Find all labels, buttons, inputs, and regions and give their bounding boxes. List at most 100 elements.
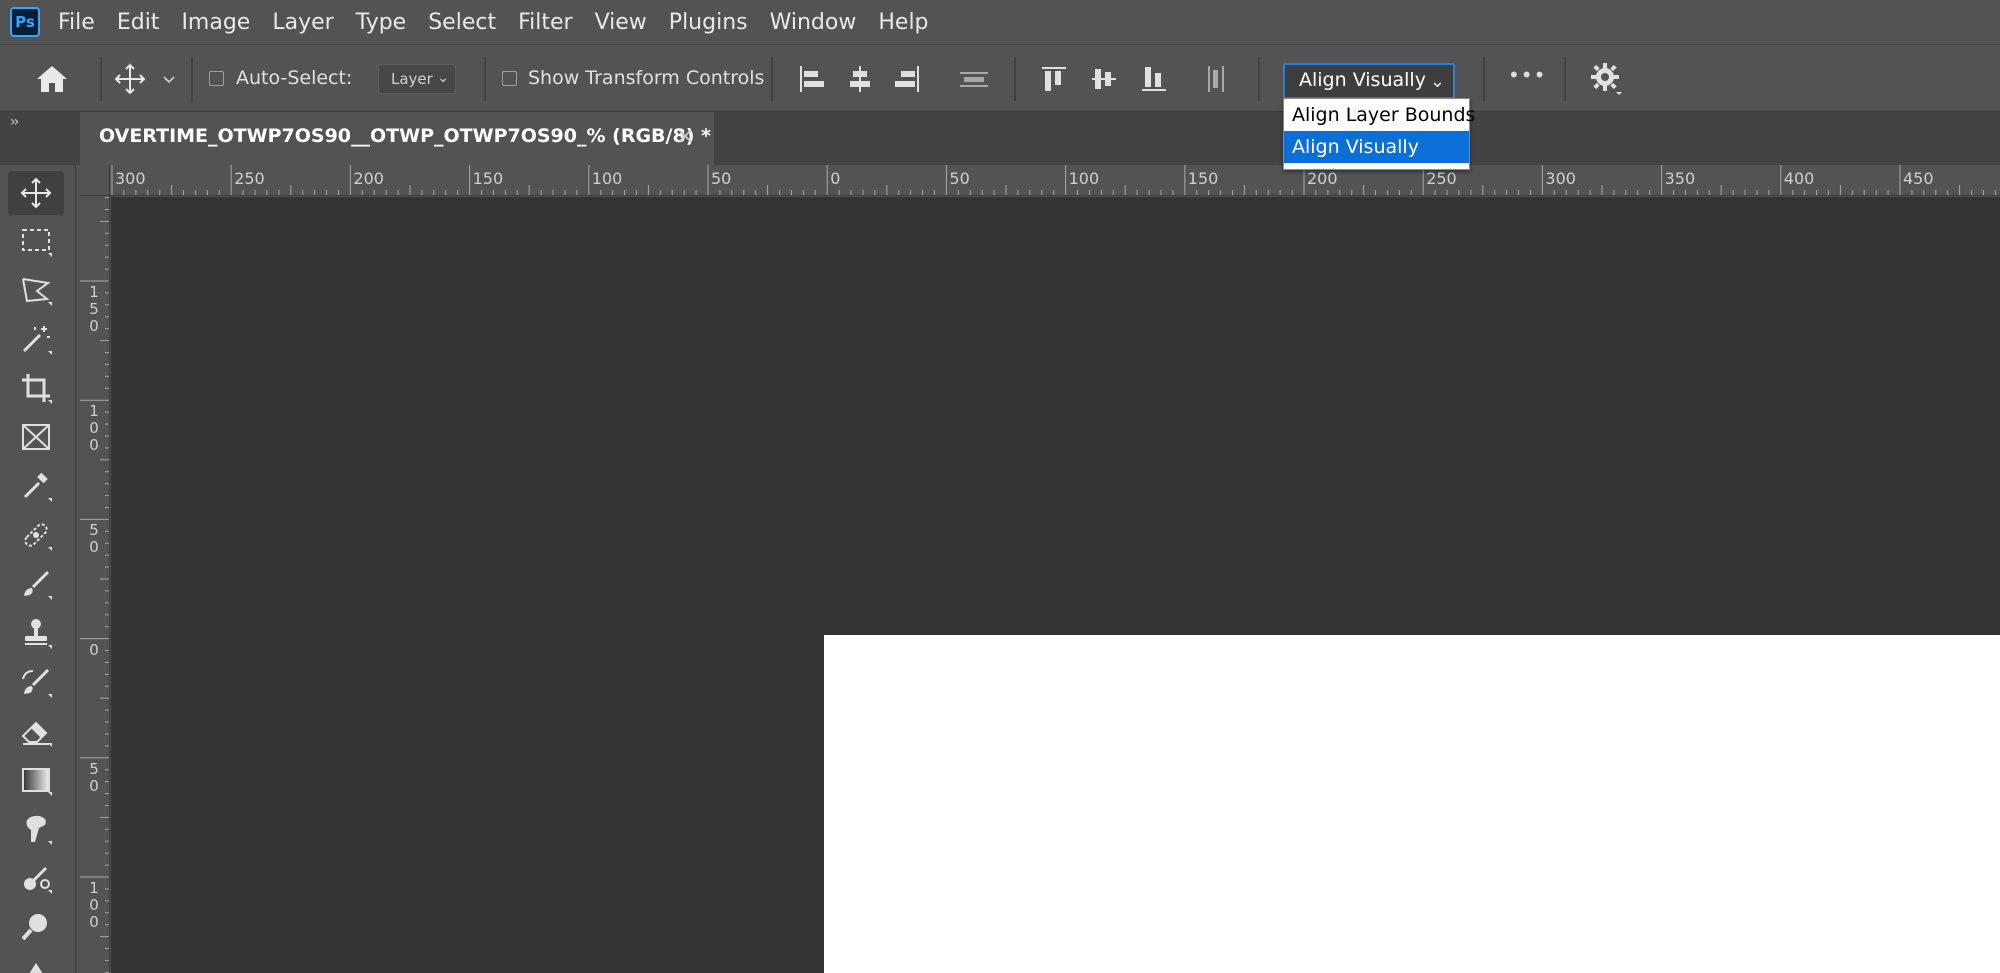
options-bar: Auto-Select: Layer ⌄ Show Transform Cont… bbox=[0, 44, 2000, 112]
align-horizontal-centers-button[interactable] bbox=[846, 63, 874, 99]
separator bbox=[1258, 57, 1260, 101]
auto-select-label: Auto-Select: bbox=[236, 67, 353, 89]
ruler-label: 1 0 0 bbox=[89, 879, 99, 931]
menu-view[interactable]: View bbox=[595, 10, 647, 35]
eyedropper-tool[interactable] bbox=[8, 464, 64, 508]
align-option-layer-bounds[interactable]: Align Layer Bounds bbox=[1284, 99, 1475, 131]
distribute-vertical-spacing-button[interactable] bbox=[958, 63, 990, 99]
align-top-edges-button[interactable] bbox=[1040, 63, 1068, 99]
ruler-origin[interactable] bbox=[80, 165, 110, 196]
canvas-workspace[interactable] bbox=[111, 197, 2000, 973]
zoom-tool[interactable] bbox=[8, 905, 64, 949]
menu-edit[interactable]: Edit bbox=[117, 10, 160, 35]
ruler-label: 150 bbox=[1187, 169, 1219, 188]
polygonal-lasso-icon bbox=[22, 278, 52, 306]
separator bbox=[771, 57, 773, 101]
menu-bar: Ps File Edit Image Layer Type Select Fil… bbox=[0, 0, 2000, 44]
menu-window[interactable]: Window bbox=[770, 10, 857, 35]
align-top-icon bbox=[1042, 67, 1066, 91]
tool-preset-dropdown[interactable] bbox=[162, 71, 176, 90]
align-mode-value: Align Visually bbox=[1299, 69, 1426, 91]
ruler-label: 100 bbox=[1068, 169, 1100, 188]
menu-select[interactable]: Select bbox=[428, 10, 496, 35]
menu-layer[interactable]: Layer bbox=[272, 10, 333, 35]
frame-tool[interactable] bbox=[8, 415, 64, 459]
move-icon bbox=[114, 63, 146, 95]
magic-wand-tool[interactable] bbox=[8, 317, 64, 361]
pen-tool[interactable] bbox=[8, 954, 64, 973]
document-tab[interactable]: OVERTIME_OTWP7OS90__OTWP_OTWP7OS90_% (RG… bbox=[80, 112, 714, 165]
settings-button[interactable] bbox=[1589, 61, 1625, 101]
crop-tool[interactable] bbox=[8, 366, 64, 410]
align-vertical-centers-button[interactable] bbox=[1090, 63, 1118, 99]
align-left-icon bbox=[800, 66, 824, 92]
smudge-tool[interactable] bbox=[8, 807, 64, 851]
distribute-spacing-icon bbox=[960, 72, 988, 87]
rectangular-marquee-icon bbox=[22, 229, 52, 257]
ruler-label: 5 0 bbox=[89, 521, 99, 557]
healing-brush-tool[interactable] bbox=[8, 513, 64, 557]
dodge-icon bbox=[24, 866, 52, 894]
document-canvas[interactable] bbox=[824, 635, 2000, 973]
auto-select-target-select[interactable]: Layer ⌄ bbox=[378, 64, 456, 94]
gradient-icon bbox=[22, 768, 52, 796]
distribute-horizontal-icon bbox=[1208, 66, 1224, 92]
ruler-label: 450 bbox=[1903, 169, 1934, 188]
ruler-label: 200 bbox=[1307, 169, 1338, 188]
pen-icon bbox=[29, 963, 43, 973]
stamp-icon bbox=[25, 619, 52, 649]
ruler-label: 250 bbox=[1426, 169, 1457, 188]
collapse-panels-icon[interactable]: ›› bbox=[10, 114, 19, 130]
more-options-button[interactable]: ••• bbox=[1508, 63, 1546, 87]
horizontal-ruler-ticks bbox=[111, 165, 1996, 195]
align-mode-select[interactable]: Align Visually ⌄ bbox=[1283, 63, 1455, 99]
home-button[interactable] bbox=[34, 63, 70, 99]
ruler-label: 0 bbox=[89, 640, 99, 659]
menu-filter[interactable]: Filter bbox=[518, 10, 572, 35]
clone-stamp-tool[interactable] bbox=[8, 611, 64, 655]
ruler-label: 0 bbox=[830, 169, 841, 188]
brush-tool[interactable] bbox=[8, 562, 64, 606]
show-transform-controls-checkbox[interactable] bbox=[502, 71, 517, 86]
frame-icon bbox=[22, 424, 50, 450]
ruler-label: 250 bbox=[234, 169, 265, 188]
horizontal-ruler[interactable]: 300 250 200 150 100 50 0 50 100 150 200 250 300 350 40… bbox=[110, 165, 2000, 196]
align-mode-dropdown-list: Align Layer Bounds Align Visually bbox=[1283, 98, 1475, 170]
align-right-edges-button[interactable] bbox=[894, 63, 922, 99]
align-bottom-icon bbox=[1142, 67, 1166, 91]
photoshop-logo-icon: Ps bbox=[10, 7, 40, 37]
move-icon bbox=[20, 177, 52, 209]
ruler-label: 100 bbox=[591, 169, 623, 188]
eyedropper-icon bbox=[23, 472, 52, 502]
menu-file[interactable]: File bbox=[58, 10, 95, 35]
align-right-icon bbox=[895, 66, 919, 92]
magnifier-icon bbox=[21, 914, 47, 941]
vertical-ruler[interactable]: 1 5 0 1 0 0 5 0 0 5 0 1 0 0 bbox=[80, 196, 110, 973]
align-bottom-edges-button[interactable] bbox=[1140, 63, 1168, 99]
tools-panel bbox=[0, 165, 76, 973]
lasso-tool[interactable] bbox=[8, 268, 64, 312]
menu-help[interactable]: Help bbox=[878, 10, 928, 35]
ruler-label: 300 bbox=[115, 169, 146, 188]
dodge-tool[interactable] bbox=[8, 856, 64, 900]
ruler-label: 50 bbox=[711, 169, 732, 188]
history-brush-icon bbox=[22, 668, 52, 698]
chevron-down-icon: ⌄ bbox=[1429, 71, 1445, 92]
menu-image[interactable]: Image bbox=[181, 10, 250, 35]
gradient-tool[interactable] bbox=[8, 758, 64, 802]
auto-select-checkbox[interactable] bbox=[209, 71, 224, 86]
distribute-horizontal-spacing-button[interactable] bbox=[1202, 63, 1230, 99]
menu-type[interactable]: Type bbox=[356, 10, 407, 35]
align-left-edges-button[interactable] bbox=[797, 63, 825, 99]
ruler-label: 400 bbox=[1783, 169, 1815, 188]
eraser-tool[interactable] bbox=[8, 709, 64, 753]
marquee-tool[interactable] bbox=[8, 219, 64, 263]
history-brush-tool[interactable] bbox=[8, 660, 64, 704]
align-option-visually[interactable]: Align Visually bbox=[1284, 131, 1469, 163]
menu-plugins[interactable]: Plugins bbox=[669, 10, 748, 35]
move-tool[interactable] bbox=[8, 171, 64, 215]
close-icon[interactable]: × bbox=[676, 124, 694, 149]
move-tool-preset-button[interactable] bbox=[113, 62, 147, 100]
smudge-icon bbox=[26, 815, 52, 845]
bandage-icon bbox=[24, 523, 52, 551]
